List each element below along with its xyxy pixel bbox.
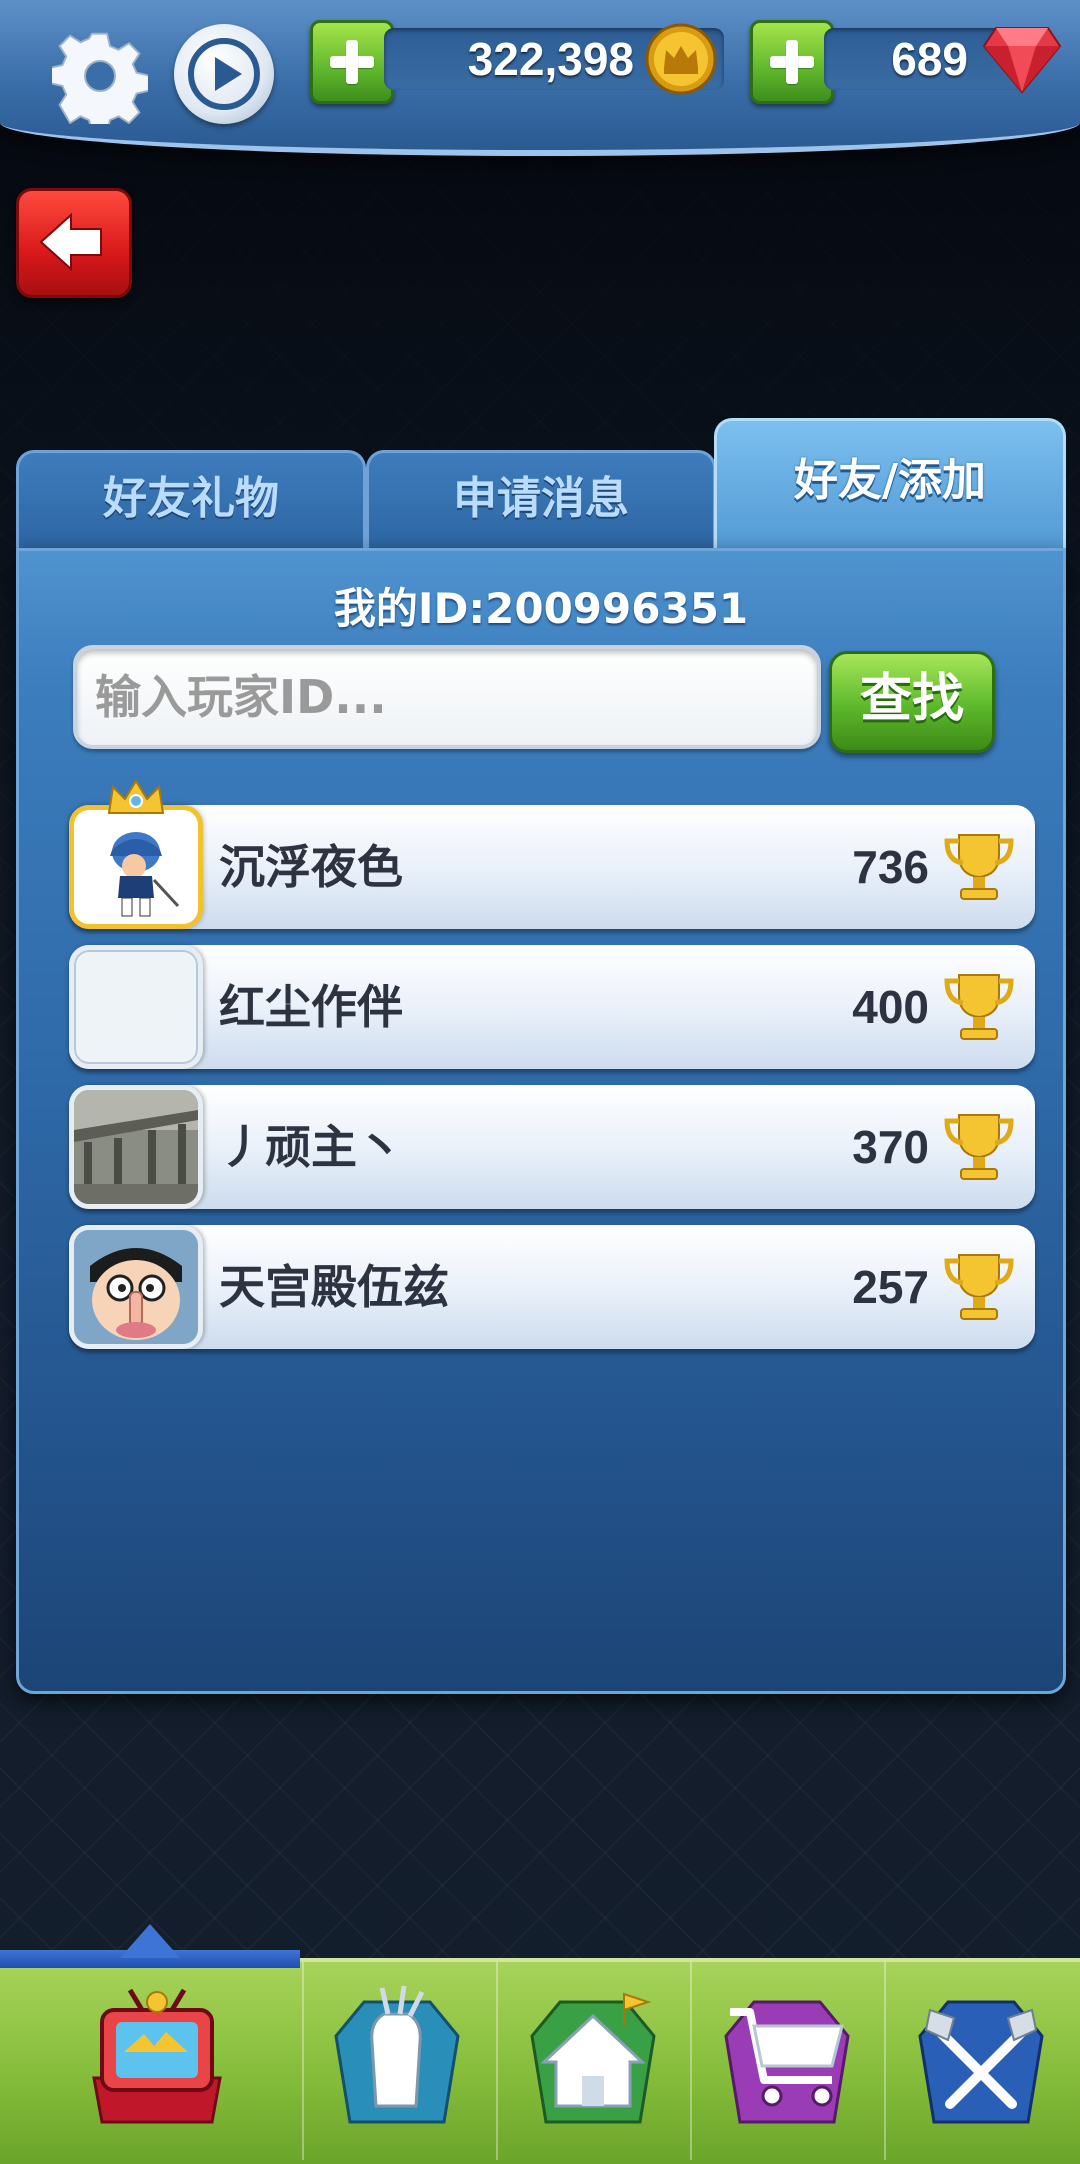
tab-friend-gifts[interactable]: 好友礼物: [16, 450, 366, 559]
friend-name: 丿顽主丶: [219, 1120, 403, 1174]
friend-name: 红尘作伴: [219, 980, 403, 1034]
gear-icon: [49, 32, 150, 134]
friend-row[interactable]: 天宫殿伍兹 257: [69, 1225, 1035, 1349]
nav-tv-button[interactable]: [60, 1962, 254, 2160]
ruby-gem-icon: [982, 27, 1062, 94]
my-id: 我的ID:200996351: [19, 575, 1063, 636]
my-id-label: 我的ID:: [333, 584, 486, 633]
friend-score: 400: [852, 981, 929, 1033]
coin-count: 322,398: [467, 33, 634, 85]
cartoon-avatar-icon: [74, 1230, 198, 1344]
crown-coin-icon: [645, 23, 717, 95]
trophy-icon: [944, 834, 1014, 900]
nav-clubs-button[interactable]: [884, 1962, 1078, 2160]
friend-score: 370: [852, 1121, 929, 1173]
play-button[interactable]: [174, 24, 274, 124]
trophy-icon: [944, 974, 1014, 1040]
friend-list: 沉浮夜色 736 红尘作伴 400 丿顽主丶 370 天宫殿伍兹 257: [69, 779, 1035, 1365]
home-icon: [530, 1992, 656, 2124]
tab-friends-add[interactable]: 好友/添加: [714, 418, 1066, 561]
find-button[interactable]: 查找: [829, 651, 995, 753]
tv-icon: [92, 1988, 222, 2124]
add-gems-button[interactable]: [750, 20, 834, 104]
nav-home-button[interactable]: [496, 1962, 690, 2160]
nav-pointer-icon: [120, 1924, 180, 1958]
friend-score: 736: [852, 841, 929, 893]
player-id-input[interactable]: [73, 645, 821, 749]
nav-golf-bag-button[interactable]: [300, 1962, 494, 2160]
avatar: [69, 945, 203, 1069]
friend-row[interactable]: 丿顽主丶 370: [69, 1085, 1035, 1209]
tab-requests[interactable]: 申请消息: [366, 450, 716, 559]
trophy-icon: [944, 1114, 1014, 1180]
settings-button[interactable]: [49, 28, 150, 134]
avatar: [69, 1085, 203, 1209]
back-button[interactable]: [16, 188, 132, 298]
friend-row[interactable]: 沉浮夜色 736: [69, 779, 1035, 929]
avatar: [69, 805, 203, 929]
friends-panel: 我的ID:200996351 查找 沉: [16, 548, 1066, 1694]
crossed-clubs-icon: [918, 2000, 1044, 2124]
friend-row[interactable]: 红尘作伴 400: [69, 945, 1035, 1069]
avatar: [69, 1225, 203, 1349]
add-coins-button[interactable]: [310, 20, 394, 104]
my-id-value: 200996351: [485, 584, 749, 633]
nav-shop-button[interactable]: [690, 1962, 884, 2160]
friend-score: 257: [852, 1261, 929, 1313]
back-arrow-icon: [39, 212, 102, 272]
friend-name: 天宫殿伍兹: [219, 1260, 449, 1314]
friend-name: 沉浮夜色: [219, 840, 403, 894]
crown-badge-icon: [107, 779, 165, 814]
play-icon: [188, 38, 260, 110]
shop-cart-icon: [724, 2000, 850, 2124]
photo-avatar-icon: [74, 1090, 198, 1204]
golf-bag-icon: [334, 1985, 460, 2124]
trophy-icon: [944, 1254, 1014, 1320]
golfer-avatar-icon: [74, 810, 198, 924]
gem-count: 689: [891, 33, 968, 85]
